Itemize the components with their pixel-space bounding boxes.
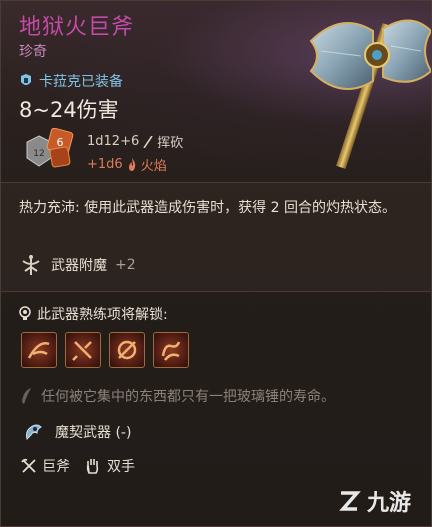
roll-main-type: 挥砍: [157, 136, 184, 151]
watermark: 九游: [335, 485, 411, 517]
topple-skill-icon[interactable]: [109, 332, 145, 368]
flavor-row: 任何被它集中的东西都只有一把玻璃锤的寿命。: [19, 386, 335, 406]
tag-axe-label: 巨斧: [42, 459, 70, 475]
proficiency-label: 此武器熟练项将解锁:: [37, 307, 168, 323]
prepare-skill-icon[interactable]: [153, 332, 189, 368]
damage-dice-icon: 12 6: [26, 128, 74, 168]
item-name: 地狱火巨斧: [19, 15, 135, 40]
item-tooltip: 地狱火巨斧 珍奇 卡菈克已装备 8~24伤害 12 6 1d12+6 挥砍 +1…: [0, 0, 432, 527]
tag-hands-label: 双手: [107, 459, 135, 475]
weapon-tags: 巨斧 双手: [21, 456, 135, 476]
tag-two-handed: 双手: [84, 456, 135, 476]
roll-bonus: +1d6 火焰: [87, 155, 183, 174]
enchant-icon: [22, 255, 40, 275]
pact-icon: [26, 424, 42, 440]
item-rarity: 珍奇: [19, 44, 47, 60]
weapon-image: [309, 19, 431, 169]
proficiency-title: 此武器熟练项将解锁:: [19, 304, 168, 324]
roll-bonus-dice: +1d6: [87, 157, 123, 172]
flavor-text: 任何被它集中的东西都只有一把玻璃锤的寿命。: [41, 389, 335, 405]
pact-label: 魔契武器 (-): [55, 425, 132, 441]
roll-main: 1d12+6 挥砍: [87, 132, 183, 151]
crossed-axes-icon: [21, 458, 36, 473]
pact-weapon-row: 魔契武器 (-): [23, 421, 131, 443]
lacerate-skill-icon[interactable]: [65, 332, 101, 368]
watermark-text: 九游: [367, 491, 412, 516]
proficiency-actions: [21, 332, 189, 368]
roll-bonus-type: 火焰: [140, 159, 167, 174]
flame-icon: [128, 158, 135, 171]
heat-passive: 热力充沛: 使用此武器造成伤害时，获得 2 回合的灼热状态。: [19, 200, 396, 216]
roll-main-dice: 1d12+6: [87, 134, 140, 149]
bulb-icon: [19, 306, 31, 320]
watermark-logo: [339, 491, 361, 511]
cleave-skill-icon[interactable]: [21, 332, 57, 368]
equipped-status: 卡菈克已装备: [19, 71, 123, 91]
damage-range: 8~24伤害: [19, 98, 119, 122]
armor-icon: [21, 74, 31, 85]
slash-icon: [143, 135, 153, 148]
damage-rolls: 1d12+6 挥砍 +1d6 火焰: [87, 132, 183, 174]
divider-middle: [1, 291, 431, 292]
enchant-value: +2: [115, 257, 136, 273]
enchant-label: 武器附魔: [51, 258, 107, 274]
dice-grey-value: 12: [33, 149, 44, 159]
equipped-text: 卡菈克已装备: [39, 74, 123, 90]
enchantment-row: 武器附魔 +2: [19, 253, 136, 277]
hand-icon: [86, 459, 99, 474]
tag-greataxe: 巨斧: [21, 456, 70, 476]
quill-icon: [22, 388, 31, 404]
